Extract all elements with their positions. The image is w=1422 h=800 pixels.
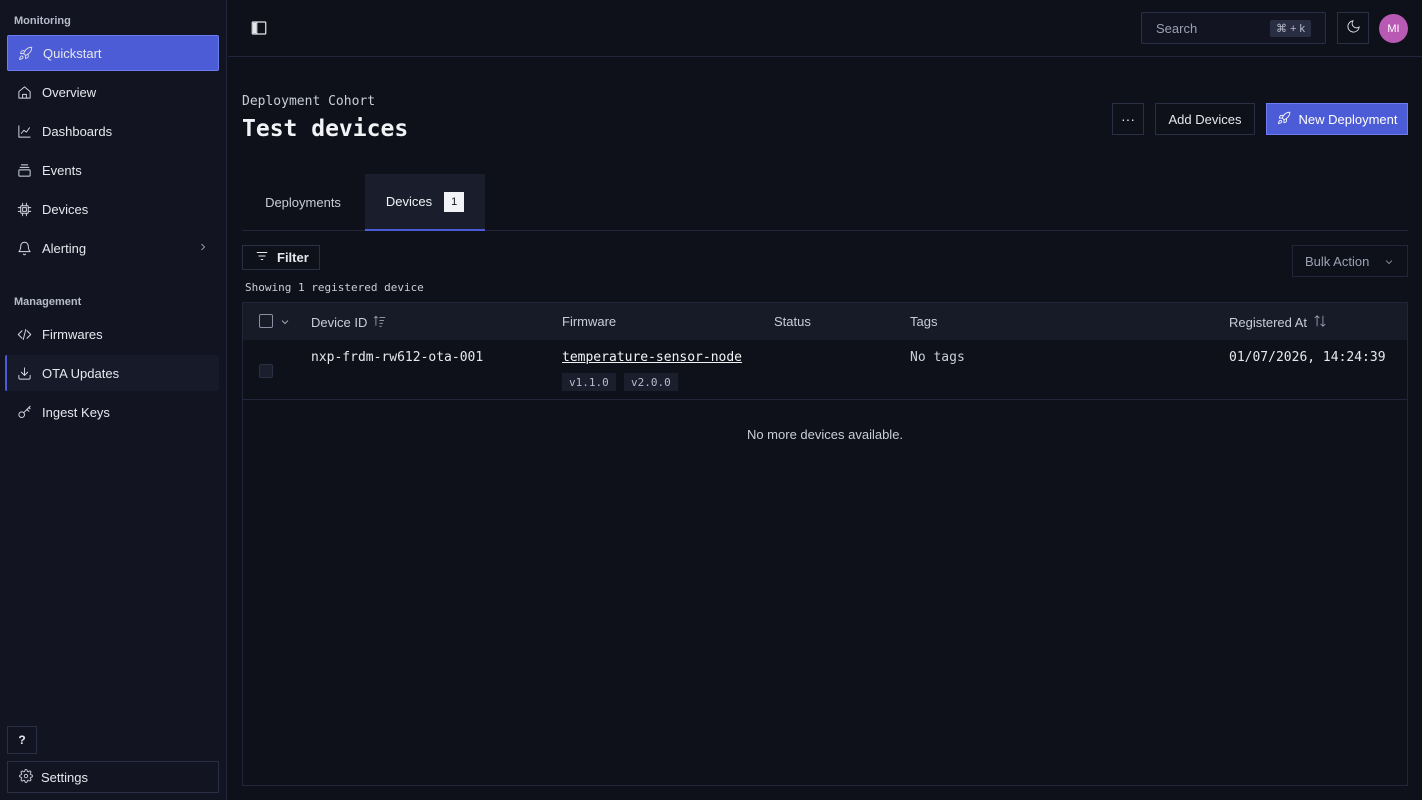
sidebar-item-label: Dashboards xyxy=(42,123,113,139)
topbar: Search ⌘ + k MI xyxy=(228,0,1422,57)
section-label-monitoring: Monitoring xyxy=(14,15,71,27)
column-header-status: Status xyxy=(774,314,811,329)
version-chip: v1.1.0 xyxy=(562,373,616,391)
sidebar-item-events[interactable]: Events xyxy=(7,152,219,188)
device-count-text: Showing 1 registered device xyxy=(245,281,424,294)
firmware-link[interactable]: temperature-sensor-node xyxy=(562,350,742,365)
sidebar-item-label: Devices xyxy=(42,201,89,217)
sidebar-item-firmwares[interactable]: Firmwares xyxy=(7,316,219,352)
tab-devices[interactable]: Devices 1 xyxy=(365,174,485,231)
home-icon xyxy=(16,84,32,100)
sort-ascending-icon[interactable] xyxy=(373,314,387,331)
download-icon xyxy=(16,365,32,381)
sidebar-item-devices[interactable]: Devices xyxy=(7,191,219,227)
section-label-management: Management xyxy=(14,296,82,308)
sidebar-item-label: Firmwares xyxy=(42,326,103,342)
sidebar-item-label: Ingest Keys xyxy=(42,404,110,420)
sidebar-item-ingest-keys[interactable]: Ingest Keys xyxy=(7,394,219,430)
search-placeholder: Search xyxy=(1156,20,1198,36)
rocket-icon xyxy=(17,45,33,61)
new-deployment-label: New Deployment xyxy=(1298,111,1398,127)
tab-deployments[interactable]: Deployments xyxy=(242,174,364,231)
sidebar-item-alerting[interactable]: Alerting xyxy=(7,230,219,266)
column-label: Device ID xyxy=(311,315,368,330)
tab-label: Deployments xyxy=(265,195,341,210)
key-icon xyxy=(16,404,32,420)
settings-button[interactable]: Settings xyxy=(7,761,219,793)
chip-icon xyxy=(16,201,32,217)
filter-button[interactable]: Filter xyxy=(242,245,320,270)
device-id[interactable]: nxp-frdm-rw612-ota-001 xyxy=(311,350,483,365)
page-title: Test devices xyxy=(242,116,409,142)
chevron-down-icon[interactable] xyxy=(279,316,291,331)
events-icon xyxy=(16,162,32,178)
more-icon: ··· xyxy=(1121,111,1135,127)
add-devices-button[interactable]: Add Devices xyxy=(1155,103,1255,135)
sidebar-item-label: Quickstart xyxy=(43,45,102,61)
tab-label: Devices xyxy=(385,194,433,209)
settings-label: Settings xyxy=(41,769,88,785)
column-header-tags: Tags xyxy=(910,314,937,329)
column-header-device-id[interactable]: Device ID xyxy=(311,314,387,331)
search-input[interactable]: Search ⌘ + k xyxy=(1141,12,1326,44)
version-chip: v2.0.0 xyxy=(624,373,678,391)
select-all-checkbox[interactable] xyxy=(259,314,273,328)
avatar[interactable]: MI xyxy=(1379,14,1408,43)
column-label: Registered At xyxy=(1229,315,1308,330)
sidebar-item-label: OTA Updates xyxy=(42,365,120,381)
help-button[interactable]: ? xyxy=(7,726,37,754)
rocket-icon xyxy=(1277,111,1291,128)
row-checkbox[interactable] xyxy=(259,364,273,378)
devices-table: Device ID Firmware Status Tags Registere… xyxy=(242,302,1408,786)
new-deployment-button[interactable]: New Deployment xyxy=(1266,103,1408,135)
chevron-right-icon xyxy=(197,241,209,256)
sort-icon[interactable] xyxy=(1313,314,1327,331)
tags-cell: No tags xyxy=(910,350,965,365)
more-options-button[interactable]: ··· xyxy=(1112,103,1144,135)
sidebar-item-dashboards[interactable]: Dashboards xyxy=(7,113,219,149)
filter-icon xyxy=(255,249,269,266)
bulk-action-label: Bulk Action xyxy=(1305,253,1370,269)
sidebar-toggle-icon[interactable] xyxy=(250,19,268,37)
sidebar-item-quickstart[interactable]: Quickstart xyxy=(7,35,219,71)
column-label: Tags xyxy=(910,314,938,329)
bulk-action-select[interactable]: Bulk Action xyxy=(1292,245,1408,277)
sidebar-item-ota-updates[interactable]: OTA Updates xyxy=(5,355,219,391)
column-header-firmware: Firmware xyxy=(562,314,616,329)
sidebar-item-label: Alerting xyxy=(42,240,87,256)
column-label: Status xyxy=(774,314,811,329)
column-header-registered-at[interactable]: Registered At xyxy=(1229,314,1327,331)
sidebar-item-label: Events xyxy=(42,162,82,178)
sidebar: Monitoring Quickstart Overview Dashboard… xyxy=(0,0,227,800)
count-badge: 1 xyxy=(444,191,465,212)
page-eyebrow: Deployment Cohort xyxy=(242,94,376,109)
chart-icon xyxy=(16,123,32,139)
registered-at-cell: 01/07/2026, 14:24:39 xyxy=(1229,350,1386,365)
table-header: Device ID Firmware Status Tags Registere… xyxy=(243,303,1407,340)
filter-label: Filter xyxy=(277,250,309,265)
search-shortcut: ⌘ + k xyxy=(1269,20,1311,37)
sidebar-item-label: Overview xyxy=(42,84,97,100)
empty-state-text: No more devices available. xyxy=(746,427,904,442)
sidebar-item-overview[interactable]: Overview xyxy=(7,74,219,110)
table-row[interactable]: nxp-frdm-rw612-ota-001 temperature-senso… xyxy=(243,340,1407,400)
column-label: Firmware xyxy=(562,314,617,329)
moon-icon xyxy=(1346,19,1361,37)
bell-icon xyxy=(16,240,32,256)
theme-toggle-button[interactable] xyxy=(1337,12,1369,44)
gear-icon xyxy=(19,768,33,786)
code-icon xyxy=(16,326,32,342)
